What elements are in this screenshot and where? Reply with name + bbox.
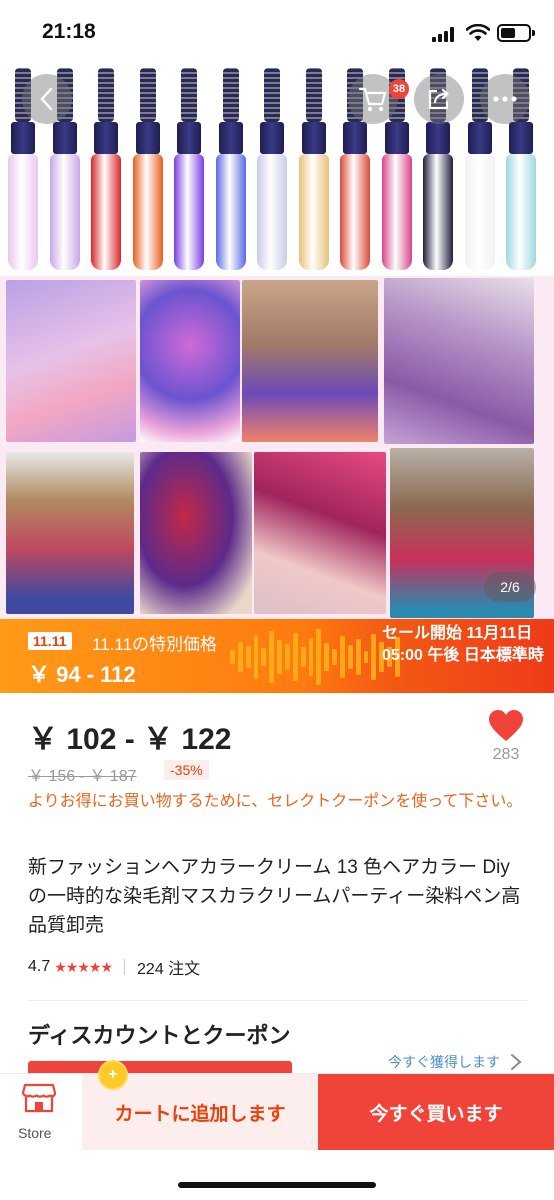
cart-icon [358, 87, 387, 112]
rating-divider [124, 959, 126, 975]
status-bar: 21:18 [0, 0, 554, 66]
sale-tag: 11.11 [28, 632, 72, 650]
wifi-icon [466, 24, 490, 41]
mascara-tube [132, 68, 163, 273]
order-count: 224 注文 [137, 961, 201, 978]
mascara-tube [215, 68, 246, 273]
cellular-signal-icon [432, 26, 456, 42]
more-dots-icon [493, 96, 517, 102]
rating-stars-icon: ★★★★★ [54, 958, 113, 975]
back-button[interactable] [22, 74, 72, 124]
store-label: Store [18, 1125, 52, 1141]
rating-value: 4.7 [28, 958, 51, 975]
original-price: ￥ 156 - ￥ 187 [28, 768, 137, 785]
sale-tag-title: 11.11の特別価格 [92, 635, 218, 654]
heart-icon[interactable] [488, 709, 524, 743]
buy-now-button[interactable]: 今すぐ買います [318, 1074, 554, 1150]
sale-start-time: セール開始 11月11日 05:00 午後 日本標準時 [382, 625, 544, 664]
discounts-heading: ディスカウントとクーポン [28, 1023, 291, 1048]
cart-count-badge: 38 [389, 79, 409, 99]
coupon-message: よりお得にお買い物するために、セレクトクーポンを使って下さい。 [28, 793, 523, 810]
home-indicator [178, 1182, 376, 1188]
image-pager-indicator: 2/6 [484, 572, 536, 602]
share-button[interactable] [414, 74, 464, 124]
chevron-left-icon [40, 87, 53, 111]
sale-price-range: ￥ 94 - 112 [28, 662, 136, 687]
mascara-tube [174, 68, 204, 273]
store-icon[interactable] [22, 1083, 56, 1113]
discount-badge: -35% [164, 760, 209, 780]
wishlist-count: 283 [492, 746, 520, 763]
battery-icon [497, 24, 535, 42]
share-icon [428, 88, 449, 110]
get-coupon-now-link[interactable]: 今すぐ獲得します [388, 1052, 526, 1072]
product-image-tubes [0, 66, 554, 276]
get-coupon-now-label: 今すぐ獲得します [388, 1054, 500, 1070]
mascara-tube [298, 68, 329, 273]
product-image-hair-photos [0, 278, 554, 619]
sale-banner: 11.11 11.11の特別価格 ￥ 94 - 112 セール開始 11月11日… [0, 619, 554, 693]
mascara-tube [257, 68, 287, 273]
coin-icon: + [98, 1060, 128, 1090]
chevron-right-icon [511, 1054, 522, 1070]
status-time: 21:18 [42, 20, 96, 43]
product-image-carousel[interactable] [0, 66, 554, 619]
sale-decoration-icon [230, 627, 400, 687]
section-divider [28, 1000, 528, 1001]
mascara-tube [91, 68, 121, 273]
more-options-button[interactable] [480, 74, 530, 124]
product-title: 新ファッションヘアカラークリーム 13 色ヘアカラー Diy の一時的な染毛剤マ… [28, 857, 521, 936]
current-price: ￥ 102 - ￥ 122 [28, 723, 232, 756]
bottom-action-bar: Store カートに追加します 今すぐ買います [0, 1073, 554, 1200]
rating-row[interactable]: 4.7 ★★★★★ 224 注文 [28, 955, 200, 979]
